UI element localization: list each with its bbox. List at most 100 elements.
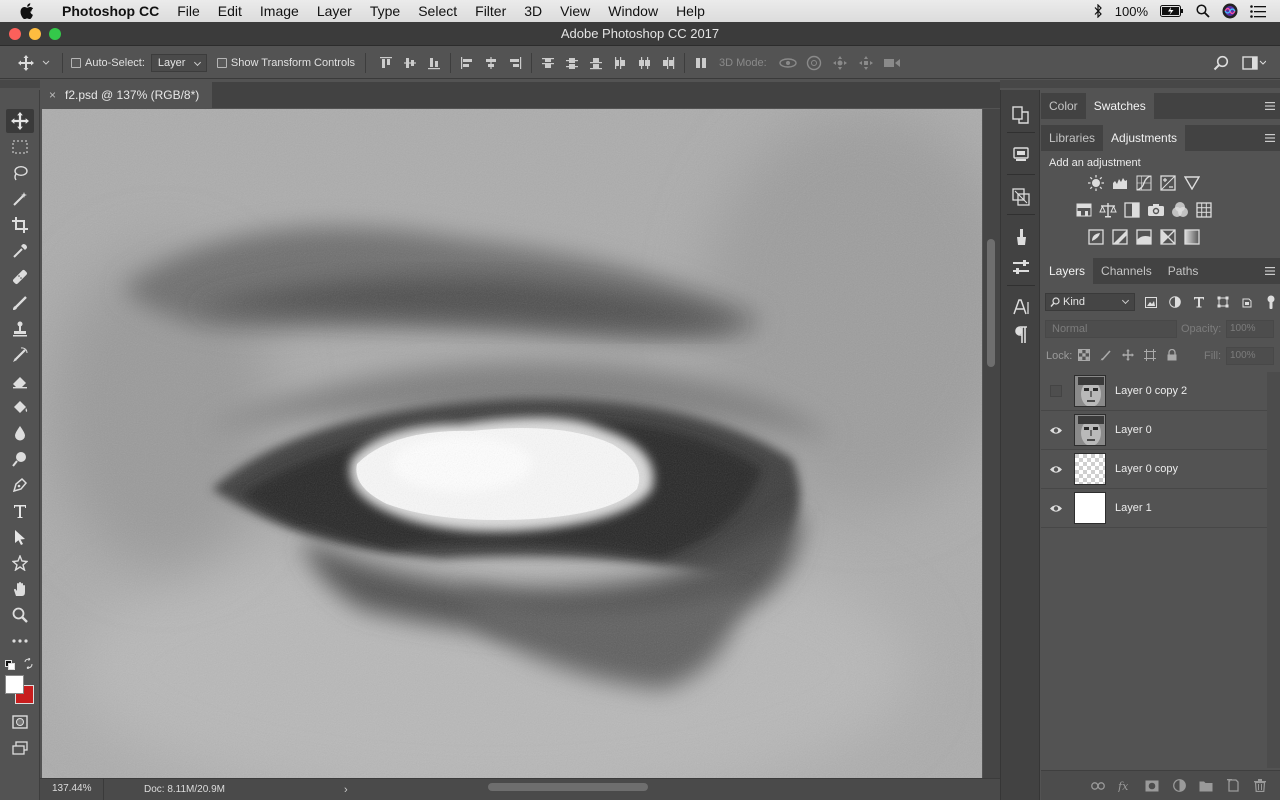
type-tool-icon[interactable] bbox=[6, 499, 34, 523]
blur-tool-icon[interactable] bbox=[6, 421, 34, 445]
healing-brush-tool-icon[interactable] bbox=[6, 265, 34, 289]
menu-edit[interactable]: Edit bbox=[209, 0, 251, 22]
color-balance-icon[interactable] bbox=[1099, 201, 1117, 219]
filter-shape-layers-icon[interactable] bbox=[1215, 294, 1231, 310]
workspace-switcher-icon[interactable] bbox=[1234, 55, 1274, 70]
layer-row[interactable]: Layer 0 copy bbox=[1041, 450, 1267, 489]
paragraph-panel-icon[interactable] bbox=[1009, 323, 1033, 347]
3d-slide-icon[interactable] bbox=[853, 55, 879, 71]
auto-align-layers-icon[interactable] bbox=[689, 56, 713, 70]
lock-image-pixels-icon[interactable] bbox=[1099, 348, 1113, 362]
tab-paths[interactable]: Paths bbox=[1160, 258, 1207, 284]
apple-logo-icon[interactable] bbox=[20, 3, 38, 19]
more-tools-icon[interactable] bbox=[6, 629, 34, 653]
align-horizontal-centers-icon[interactable] bbox=[479, 56, 503, 70]
history-panel-icon[interactable] bbox=[1009, 103, 1033, 127]
filter-adjustment-layers-icon[interactable] bbox=[1167, 294, 1183, 310]
lasso-tool-icon[interactable] bbox=[6, 161, 34, 185]
menu-view[interactable]: View bbox=[551, 0, 599, 22]
distribute-top-edges-icon[interactable] bbox=[536, 56, 560, 70]
panel-menu-icon[interactable] bbox=[1260, 258, 1280, 284]
layer-style-fx-icon[interactable]: fx bbox=[1117, 778, 1133, 794]
3d-roll-icon[interactable] bbox=[801, 55, 827, 71]
custom-shape-tool-icon[interactable] bbox=[6, 551, 34, 575]
notification-list-icon[interactable] bbox=[1250, 4, 1266, 18]
battery-icon[interactable] bbox=[1160, 5, 1184, 17]
siri-icon[interactable] bbox=[1222, 3, 1238, 19]
layer-row[interactable]: Layer 0 copy 2 bbox=[1041, 372, 1267, 411]
align-top-edges-icon[interactable] bbox=[374, 56, 398, 70]
zoom-tool-icon[interactable] bbox=[6, 603, 34, 627]
levels-icon[interactable] bbox=[1111, 174, 1129, 192]
marquee-tool-icon[interactable] bbox=[6, 135, 34, 159]
fill-field[interactable]: 100% bbox=[1226, 347, 1274, 365]
character-panel-icon[interactable] bbox=[1009, 295, 1033, 319]
3d-pan-icon[interactable] bbox=[827, 55, 853, 71]
auto-select-dropdown[interactable]: Layer bbox=[150, 53, 207, 72]
delete-layer-trash-icon[interactable] bbox=[1252, 778, 1268, 794]
vertical-scroll-thumb[interactable] bbox=[987, 239, 995, 367]
menu-3d[interactable]: 3D bbox=[515, 0, 551, 22]
menu-help[interactable]: Help bbox=[667, 0, 714, 22]
menu-image[interactable]: Image bbox=[251, 0, 308, 22]
tab-libraries[interactable]: Libraries bbox=[1041, 125, 1103, 151]
hand-tool-icon[interactable] bbox=[6, 577, 34, 601]
distribute-vertical-centers-icon[interactable] bbox=[560, 56, 584, 70]
quick-mask-icon[interactable] bbox=[6, 710, 34, 734]
exposure-icon[interactable] bbox=[1159, 174, 1177, 192]
eye-visibility-icon[interactable] bbox=[1041, 465, 1071, 474]
lock-transparent-pixels-icon[interactable] bbox=[1077, 348, 1091, 362]
tab-adjustments[interactable]: Adjustments bbox=[1103, 125, 1186, 151]
threshold-icon[interactable] bbox=[1135, 228, 1153, 246]
screen-mode-icon[interactable] bbox=[6, 736, 34, 760]
opacity-field[interactable]: 100% bbox=[1226, 320, 1274, 338]
new-adjustment-layer-icon[interactable] bbox=[1171, 778, 1187, 794]
gradient-map-icon[interactable] bbox=[1183, 228, 1201, 246]
distribute-right-edges-icon[interactable] bbox=[656, 56, 680, 70]
brush-presets-panel-icon[interactable] bbox=[1009, 225, 1033, 249]
eraser-tool-icon[interactable] bbox=[6, 369, 34, 393]
tab-channels[interactable]: Channels bbox=[1093, 258, 1160, 284]
path-selection-tool-icon[interactable] bbox=[6, 525, 34, 549]
panels-collapse-strip[interactable] bbox=[1000, 80, 1280, 88]
menu-layer[interactable]: Layer bbox=[308, 0, 361, 22]
black-white-icon[interactable] bbox=[1123, 201, 1141, 219]
distribute-left-edges-icon[interactable] bbox=[608, 56, 632, 70]
new-group-folder-icon[interactable] bbox=[1198, 778, 1214, 794]
pen-tool-icon[interactable] bbox=[6, 473, 34, 497]
layer-row[interactable]: Layer 1 bbox=[1041, 489, 1267, 528]
lock-position-icon[interactable] bbox=[1121, 348, 1135, 362]
tab-layers[interactable]: Layers bbox=[1041, 258, 1094, 284]
eye-visibility-icon[interactable] bbox=[1041, 426, 1071, 435]
minimize-window-button[interactable] bbox=[29, 28, 41, 40]
selective-color-icon[interactable] bbox=[1159, 228, 1177, 246]
filter-smart-objects-icon[interactable] bbox=[1239, 294, 1255, 310]
distribute-bottom-edges-icon[interactable] bbox=[584, 56, 608, 70]
status-menu-arrow-icon[interactable]: › bbox=[344, 784, 348, 796]
menu-window[interactable]: Window bbox=[599, 0, 667, 22]
brush-tool-icon[interactable] bbox=[6, 291, 34, 315]
color-lookup-icon[interactable] bbox=[1195, 201, 1213, 219]
show-transform-controls-checkbox[interactable] bbox=[216, 57, 227, 68]
swap-colors-icon[interactable] bbox=[23, 657, 34, 672]
clone-stamp-tool-icon[interactable] bbox=[6, 317, 34, 341]
layer-filter-kind-dropdown[interactable]: Kind bbox=[1045, 293, 1135, 311]
horizontal-scroll-thumb[interactable] bbox=[488, 783, 648, 791]
zoom-window-button[interactable] bbox=[49, 28, 61, 40]
hue-saturation-icon[interactable] bbox=[1075, 201, 1093, 219]
filter-pixel-layers-icon[interactable] bbox=[1143, 294, 1159, 310]
vibrance-icon[interactable] bbox=[1183, 174, 1201, 192]
align-bottom-edges-icon[interactable] bbox=[422, 56, 446, 70]
move-tool-icon[interactable] bbox=[6, 109, 34, 133]
properties-panel-icon[interactable] bbox=[1009, 142, 1033, 166]
tab-swatches[interactable]: Swatches bbox=[1085, 93, 1154, 119]
blend-mode-dropdown[interactable]: Normal bbox=[1045, 320, 1177, 338]
dodge-tool-icon[interactable] bbox=[6, 447, 34, 471]
align-right-edges-icon[interactable] bbox=[503, 56, 527, 70]
magic-wand-tool-icon[interactable] bbox=[6, 187, 34, 211]
document-tab[interactable]: × f2.psd @ 137% (RGB/8*) bbox=[40, 82, 212, 108]
brush-settings-panel-icon[interactable] bbox=[1009, 255, 1033, 279]
filter-toggle-icon[interactable] bbox=[1263, 294, 1279, 310]
menu-type[interactable]: Type bbox=[361, 0, 409, 22]
lock-artboard-icon[interactable] bbox=[1143, 348, 1157, 362]
